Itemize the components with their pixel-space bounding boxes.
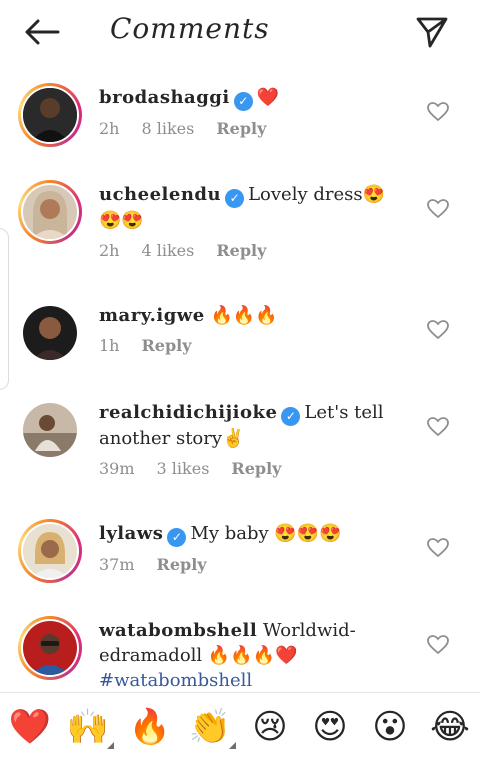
send-icon <box>416 17 448 48</box>
avatar[interactable] <box>23 185 77 239</box>
comment-body: realchidichijioke ✓ Let's tell another sto… <box>99 400 389 481</box>
comment-meta: 37m Reply <box>99 552 389 577</box>
verified-badge-icon: ✓ <box>167 528 187 547</box>
comment-text: ❤️ <box>256 87 280 108</box>
comment-text: 🔥🔥🔥 <box>210 305 278 326</box>
emoji-crying-button[interactable]: 😢 <box>248 707 292 747</box>
reply-button[interactable]: Reply <box>216 238 266 263</box>
verified-badge-icon: ✓ <box>281 407 301 426</box>
comment-text: My baby 😍😍😍 <box>190 523 342 544</box>
skin-tone-indicator-icon <box>100 742 114 749</box>
comment-username[interactable]: watabombshell <box>99 620 257 641</box>
raised-hands-icon: 🙌 <box>66 707 110 747</box>
reply-button[interactable]: Reply <box>231 456 281 481</box>
comment-time: 39m <box>99 459 135 478</box>
comment-likes[interactable]: 8 likes <box>141 116 194 141</box>
emoji-raised-hands-button[interactable]: 🙌 <box>66 707 114 749</box>
comment-time: 37m <box>99 555 135 574</box>
comment-body: brodashaggi ✓ ❤️ 2h 8 likes Reply <box>99 85 389 141</box>
clapping-hands-icon: 👏 <box>188 707 232 747</box>
comment-likes[interactable]: 3 likes <box>157 456 210 481</box>
emoji-heart-eyes-button[interactable]: 😍 <box>308 707 352 747</box>
reply-button[interactable]: Reply <box>141 333 191 358</box>
page-title: Comments <box>110 12 270 45</box>
comment-body: mary.igwe 🔥🔥🔥 1h Reply <box>99 303 389 358</box>
avatar[interactable] <box>23 88 77 142</box>
comment-body: ucheelendu ✓ Lovely dress😍😍😍 2h 4 likes Re… <box>99 182 389 263</box>
back-button[interactable] <box>20 14 64 50</box>
emoji-joy-button[interactable]: 😂 <box>428 707 472 747</box>
header-bar: Comments <box>0 0 480 68</box>
emoji-clap-button[interactable]: 👏 <box>188 707 236 749</box>
share-button[interactable] <box>410 12 454 52</box>
comment-time: 1h <box>99 336 120 355</box>
story-ring <box>18 519 82 583</box>
emoji-reaction-bar: ❤️ 🙌 🔥 👏 😢 😍 😮 😂 <box>0 692 480 765</box>
edge-handle[interactable] <box>0 228 9 390</box>
comment-meta: 1h Reply <box>99 333 389 358</box>
avatar-frame <box>18 398 82 462</box>
back-arrow-icon <box>25 19 60 45</box>
comment-username[interactable]: lylaws <box>99 523 163 544</box>
like-heart-icon[interactable] <box>426 318 450 342</box>
comment-username[interactable]: ucheelendu <box>99 184 221 205</box>
hashtag-link[interactable]: #watabombshell <box>99 668 389 693</box>
verified-badge-icon: ✓ <box>225 189 245 208</box>
comment-time: 2h <box>99 119 120 138</box>
comment-meta: 2h 4 likes Reply <box>99 238 389 263</box>
story-ring <box>18 180 82 244</box>
like-heart-icon[interactable] <box>426 536 450 560</box>
verified-badge-icon: ✓ <box>233 92 253 111</box>
comment-meta: 39m 3 likes Reply <box>99 456 389 481</box>
skin-tone-indicator-icon <box>222 742 236 749</box>
comment-username[interactable]: brodashaggi <box>99 87 230 108</box>
comment-likes[interactable]: 4 likes <box>141 238 194 263</box>
story-ring <box>18 616 82 680</box>
avatar[interactable] <box>23 621 77 675</box>
comment-meta: 2h 8 likes Reply <box>99 116 389 141</box>
avatar[interactable] <box>23 306 77 360</box>
avatar[interactable] <box>23 403 77 457</box>
reply-button[interactable]: Reply <box>216 116 266 141</box>
emoji-heart-button[interactable]: ❤️ <box>8 707 52 747</box>
like-heart-icon[interactable] <box>426 100 450 124</box>
comment-username[interactable]: mary.igwe <box>99 305 205 326</box>
emoji-surprised-button[interactable]: 😮 <box>368 707 412 747</box>
avatar-frame <box>18 301 82 365</box>
comment-username[interactable]: realchidichijioke <box>99 402 277 423</box>
emoji-fire-button[interactable]: 🔥 <box>128 707 172 747</box>
like-heart-icon[interactable] <box>426 633 450 657</box>
story-ring <box>18 83 82 147</box>
like-heart-icon[interactable] <box>426 197 450 221</box>
like-heart-icon[interactable] <box>426 415 450 439</box>
comment-time: 2h <box>99 241 120 260</box>
comment-body: lylaws ✓ My baby 😍😍😍 37m Reply <box>99 521 389 577</box>
avatar[interactable] <box>23 524 77 578</box>
comment-body: watabombshell Worldwid-edramadoll 🔥🔥🔥❤️ … <box>99 618 389 693</box>
reply-button[interactable]: Reply <box>157 552 207 577</box>
